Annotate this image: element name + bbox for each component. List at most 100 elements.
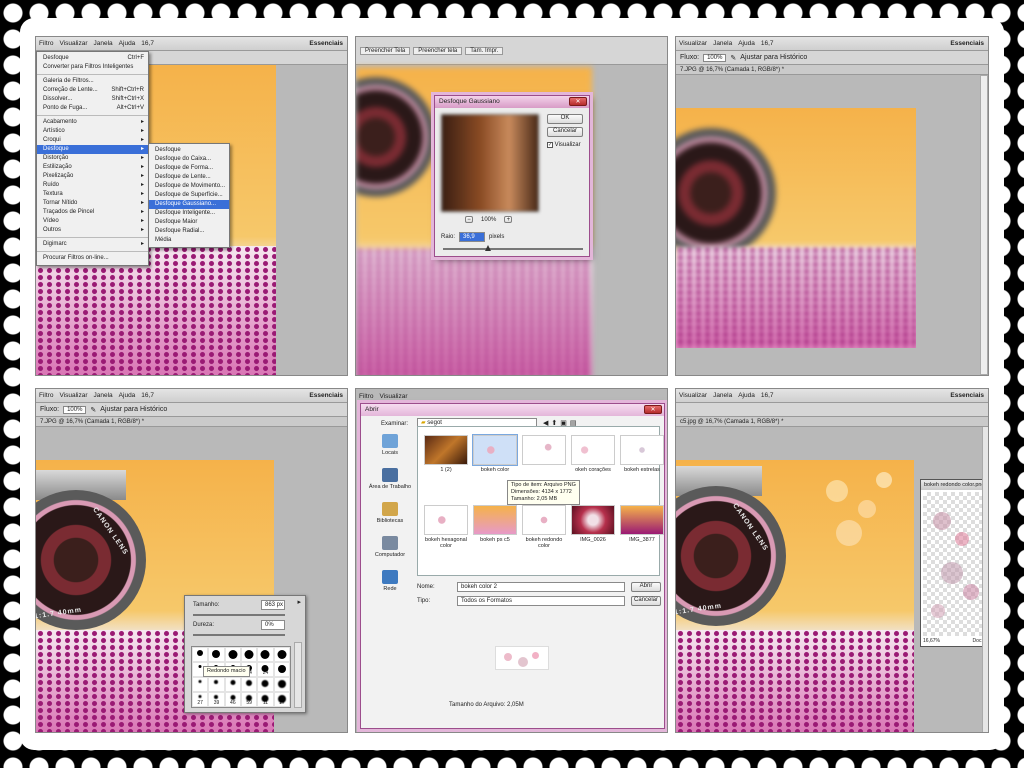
zoom-readout[interactable]: 16,7 <box>761 392 774 399</box>
hardness-slider[interactable] <box>193 634 285 636</box>
brush-preset[interactable] <box>241 647 258 662</box>
blur-submenu-item[interactable]: Desfoque de Forma... <box>149 164 229 173</box>
zoom-readout[interactable]: 16,7 <box>761 40 774 47</box>
menu-filtro[interactable]: Filtro <box>39 40 53 47</box>
blur-preview[interactable] <box>441 114 539 212</box>
hardness-input[interactable]: 0% <box>261 620 285 630</box>
menu-ajuda[interactable]: Ajuda <box>738 392 755 399</box>
filter-menu-item[interactable]: Converter para Filtros Inteligentes <box>37 63 148 72</box>
filter-menu-item[interactable]: Correção de Lente... Shift+Ctrl+R <box>37 86 148 95</box>
brush-preset[interactable] <box>208 647 225 662</box>
blur-submenu-item[interactable]: Desfoque <box>149 146 229 155</box>
panel-menu-icon[interactable]: ▸ <box>297 598 301 606</box>
file-item[interactable]: IMG_0026 <box>569 505 617 543</box>
menu-visualizar[interactable]: Visualizar <box>59 40 87 47</box>
airbrush-icon[interactable]: ✎ <box>730 54 736 62</box>
filter-menu-item[interactable]: Estilização ▸ <box>37 163 148 172</box>
file-item[interactable]: okeh corações <box>569 435 617 473</box>
filter-menu-item[interactable]: Vídeo ▸ <box>37 217 148 226</box>
blur-submenu-item[interactable]: Média <box>149 236 229 245</box>
blur-submenu-item[interactable]: Desfoque Gaussiano... <box>149 200 229 209</box>
filter-menu-item[interactable]: Artístico ▸ <box>37 127 148 136</box>
brush-preset[interactable] <box>273 677 290 692</box>
flow-input[interactable]: 100% <box>63 405 87 414</box>
brush-preset[interactable] <box>224 647 241 662</box>
document-tab[interactable]: 7.JPG @ 16,7% (Camada 1, RGB/8*) * <box>36 417 347 427</box>
radius-input[interactable]: 36,9 <box>459 232 485 242</box>
history-checkbox-label[interactable]: Ajustar para Histórico <box>100 406 167 413</box>
filter-menu-item[interactable]: Outros ▸ <box>37 226 148 235</box>
brush-preset[interactable]: 17 <box>273 692 290 707</box>
file-item[interactable]: 1 (2) <box>422 435 470 473</box>
blur-submenu-item[interactable]: Desfoque de Superfície... <box>149 191 229 200</box>
brush-preset[interactable] <box>273 647 290 662</box>
open-button[interactable]: Abrir <box>631 582 661 592</box>
blur-submenu-item[interactable]: Desfoque de Lente... <box>149 173 229 182</box>
place-2[interactable]: Bibliotecas <box>366 502 414 524</box>
workspace-essenciais[interactable]: Essenciais <box>950 40 984 47</box>
brush-preset[interactable] <box>192 647 209 662</box>
brush-preset[interactable] <box>224 677 241 692</box>
zoom-out-icon[interactable]: − <box>465 216 473 223</box>
menu-janela[interactable]: Janela <box>713 40 732 47</box>
fill-screen-button[interactable]: Preencher Tela <box>360 46 411 55</box>
file-item[interactable]: bokeh redondo color <box>520 505 568 549</box>
filter-menu-item[interactable]: Galeria de Filtros... <box>37 77 148 86</box>
menu-ajuda[interactable]: Ajuda <box>738 40 755 47</box>
document-tab[interactable]: 7.JPG @ 16,7% (Camada 1, RGB/8*) * <box>676 65 988 75</box>
print-size-button[interactable]: Tam. Impr. <box>465 46 504 55</box>
filter-menu-item[interactable]: Traçados de Pincel ▸ <box>37 208 148 217</box>
filter-menu-item[interactable]: Procurar Filtros on-line... <box>37 254 148 263</box>
brush-preset[interactable]: 39 <box>208 692 225 707</box>
filter-menu-item[interactable]: Desfoque Ctrl+F <box>37 54 148 63</box>
filter-menu-item[interactable]: Distorção ▸ <box>37 154 148 163</box>
workspace-essenciais[interactable]: Essenciais <box>309 40 343 47</box>
brush-preset[interactable] <box>241 677 258 692</box>
menu-ajuda[interactable]: Ajuda <box>119 40 136 47</box>
brush-preset[interactable]: 11 <box>257 692 274 707</box>
brush-preset[interactable] <box>208 677 225 692</box>
menu-visualizar[interactable]: Visualizar <box>679 40 707 47</box>
preview-checkbox-row[interactable]: ✓ Visualizar <box>547 142 581 148</box>
close-icon[interactable]: ✕ <box>644 405 662 414</box>
file-item[interactable]: bokeh hexagonal color <box>422 505 470 549</box>
file-item[interactable] <box>520 435 568 467</box>
filter-menu-item[interactable]: Acabamento ▸ <box>37 118 148 127</box>
menu-visualizar[interactable]: Visualizar <box>379 393 407 400</box>
menu-visualizar[interactable]: Visualizar <box>59 392 87 399</box>
file-item[interactable]: bokeh color <box>471 434 519 473</box>
filter-menu-item[interactable]: Dissolver... Shift+Ctrl+X <box>37 95 148 104</box>
size-slider[interactable] <box>193 614 285 616</box>
menu-filtro[interactable]: Filtro <box>359 393 373 400</box>
airbrush-icon[interactable]: ✎ <box>90 406 96 414</box>
file-item[interactable]: bokeh ps c5 <box>471 505 519 543</box>
workspace-essenciais[interactable]: Essenciais <box>309 392 343 399</box>
radius-slider[interactable] <box>443 248 583 250</box>
fill-screen-button-2[interactable]: Preencher tela <box>413 46 463 55</box>
brush-preset[interactable] <box>273 662 290 677</box>
menu-filtro[interactable]: Filtro <box>39 392 53 399</box>
blur-submenu-item[interactable]: Desfoque Radial... <box>149 227 229 236</box>
checkbox-checked-icon[interactable]: ✓ <box>547 142 553 148</box>
size-input[interactable]: 863 px <box>261 600 285 610</box>
menu-ajuda[interactable]: Ajuda <box>119 392 136 399</box>
workspace-essenciais[interactable]: Essenciais <box>950 392 984 399</box>
zoom-readout[interactable]: 16,7 <box>141 40 154 47</box>
blur-submenu-item[interactable]: Desfoque de Movimento... <box>149 182 229 191</box>
brush-scrollbar[interactable] <box>294 642 302 708</box>
file-item[interactable]: bokeh estrelas <box>618 435 666 473</box>
blur-submenu-item[interactable]: Desfoque Maior <box>149 218 229 227</box>
place-3[interactable]: Computador <box>366 536 414 558</box>
filter-menu-item[interactable]: Ruído ▸ <box>37 181 148 190</box>
file-item[interactable]: IMG_3877 <box>618 505 666 543</box>
filter-menu-item[interactable]: Croqui ▸ <box>37 136 148 145</box>
filter-menu-item[interactable]: Pixelização ▸ <box>37 172 148 181</box>
brush-preset[interactable]: 46 <box>224 692 241 707</box>
file-type-select[interactable]: Todos os Formatos <box>457 596 625 606</box>
file-name-input[interactable]: bokeh color 2 <box>457 582 625 592</box>
cancel-button[interactable]: Cancelar <box>547 127 583 137</box>
flow-input[interactable]: 100% <box>703 53 727 62</box>
radius-slider-thumb[interactable] <box>485 245 491 251</box>
filter-menu-item[interactable]: Tornar Nítido ▸ <box>37 199 148 208</box>
zoom-in-icon[interactable]: + <box>504 216 513 223</box>
